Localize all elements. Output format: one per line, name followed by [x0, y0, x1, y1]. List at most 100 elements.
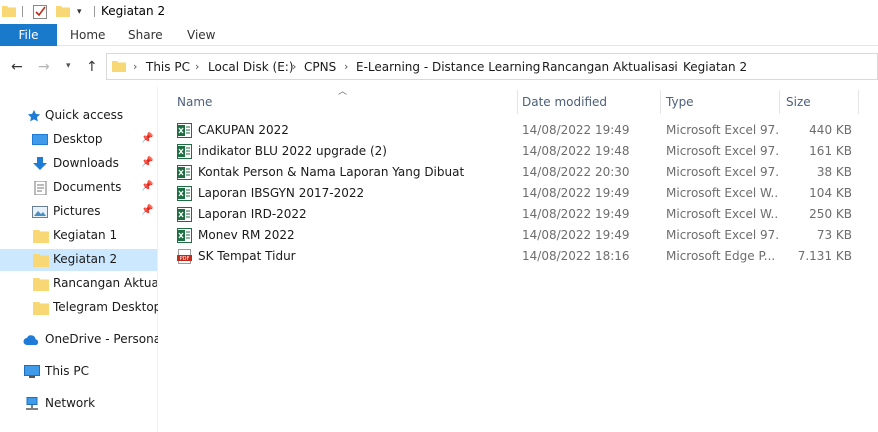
tab-file[interactable]: File — [0, 24, 57, 46]
file-date: 14/08/2022 18:16 — [522, 249, 630, 263]
pin-icon[interactable]: 📌 — [141, 157, 153, 168]
breadcrumb-chevron-icon[interactable]: › — [133, 60, 137, 73]
nav-this-pc[interactable]: This PC — [0, 361, 157, 383]
file-date: 14/08/2022 19:49 — [522, 186, 630, 200]
excel-icon — [177, 186, 192, 201]
breadcrumb-e-learning[interactable]: E-Learning - Distance Learning — [356, 60, 540, 74]
star-icon — [27, 109, 41, 122]
excel-icon — [177, 207, 192, 222]
nav-label: Kegiatan 2 — [53, 252, 118, 266]
file-type: Microsoft Excel 97... — [666, 123, 778, 137]
sort-ascending-icon: ︿ — [338, 87, 348, 97]
file-row[interactable]: CAKUPAN 2022 14/08/2022 19:49 Microsoft … — [158, 120, 878, 141]
file-date: 14/08/2022 20:30 — [522, 165, 630, 179]
column-divider[interactable] — [779, 90, 780, 114]
folder-icon — [33, 230, 49, 243]
column-header-name[interactable]: Name — [177, 95, 212, 109]
nav-label: Rancangan Aktualisasi — [53, 276, 157, 290]
computer-icon — [24, 365, 40, 378]
breadcrumb-local-disk[interactable]: Local Disk (E:) — [208, 60, 294, 74]
desktop-icon — [32, 134, 48, 145]
file-name: Laporan IBSGYN 2017-2022 — [198, 186, 365, 200]
file-row[interactable]: PDF SK Tempat Tidur 14/08/2022 18:16 Mic… — [158, 246, 878, 267]
file-row[interactable]: Kontak Person & Nama Laporan Yang Dibuat… — [158, 162, 878, 183]
toolbar-separator — [22, 6, 23, 17]
nav-label: Pictures — [53, 204, 101, 218]
file-size: 38 KB — [816, 165, 852, 179]
folder-icon — [33, 302, 49, 315]
nav-item-kegiatan-2[interactable]: Kegiatan 2 — [0, 249, 157, 271]
file-date: 14/08/2022 19:49 — [522, 228, 630, 242]
back-arrow-icon[interactable]: ← — [11, 59, 23, 75]
ribbon-tabs: File Home Share View — [0, 24, 878, 46]
breadcrumb-chevron-icon[interactable]: › — [529, 60, 533, 73]
folder-icon[interactable] — [2, 4, 16, 18]
file-row[interactable]: indikator BLU 2022 upgrade (2) 14/08/202… — [158, 141, 878, 162]
new-folder-icon[interactable] — [56, 4, 70, 18]
file-row[interactable]: Monev RM 2022 14/08/2022 19:49 Microsoft… — [158, 225, 878, 246]
column-header-size[interactable]: Size — [786, 95, 811, 109]
nav-onedrive[interactable]: OneDrive - Personal — [0, 329, 164, 351]
pin-icon[interactable]: 📌 — [141, 205, 153, 216]
nav-item-kegiatan-1[interactable]: Kegiatan 1 — [0, 225, 157, 247]
toolbar-separator — [94, 6, 95, 17]
pin-icon[interactable]: 📌 — [141, 181, 153, 192]
file-date: 14/08/2022 19:49 — [522, 123, 630, 137]
column-divider[interactable] — [858, 90, 859, 114]
file-size: 440 KB — [809, 123, 852, 137]
pdf-icon: PDF — [177, 249, 192, 264]
file-name: Laporan IRD-2022 — [198, 207, 307, 221]
excel-icon — [177, 144, 192, 159]
column-header-type[interactable]: Type — [666, 95, 694, 109]
nav-item-downloads[interactable]: Downloads 📌 — [0, 153, 157, 175]
file-type: Microsoft Excel 97... — [666, 144, 778, 158]
nav-label: Downloads — [53, 156, 119, 170]
network-icon — [26, 397, 38, 410]
file-name: Monev RM 2022 — [198, 228, 295, 242]
up-arrow-icon[interactable]: ↑ — [86, 59, 98, 75]
tab-share[interactable]: Share — [128, 24, 163, 46]
breadcrumb-chevron-icon[interactable]: › — [344, 60, 348, 73]
pin-icon[interactable]: 📌 — [141, 133, 153, 144]
nav-item-rancangan-aktualisasi[interactable]: Rancangan Aktualisasi — [0, 273, 157, 295]
recent-locations-icon[interactable]: ▾ — [66, 61, 71, 71]
file-name: SK Tempat Tidur — [198, 249, 296, 263]
column-divider[interactable] — [660, 90, 661, 114]
folder-icon — [33, 278, 49, 291]
breadcrumb-cpns[interactable]: CPNS — [304, 60, 336, 74]
file-row[interactable]: Laporan IRD-2022 14/08/2022 19:49 Micros… — [158, 204, 878, 225]
file-type: Microsoft Edge P... — [666, 249, 776, 263]
forward-arrow-icon[interactable]: → — [38, 59, 50, 75]
nav-label: Desktop — [53, 132, 103, 146]
navigation-pane: Quick access Desktop 📌 Downloads 📌 Docum… — [0, 87, 164, 432]
nav-network[interactable]: Network — [0, 393, 157, 415]
column-header-date[interactable]: Date modified — [522, 95, 607, 109]
nav-item-telegram-desktop[interactable]: Telegram Desktop — [0, 297, 161, 319]
nav-label: Telegram Desktop — [53, 300, 162, 314]
address-bar[interactable]: › This PC › Local Disk (E:) › CPNS › E-L… — [106, 53, 878, 80]
tab-home[interactable]: Home — [70, 24, 105, 46]
file-size: 7.131 KB — [797, 249, 852, 263]
window-title: Kegiatan 2 — [101, 4, 166, 18]
customize-dropdown-icon[interactable]: ▾ — [77, 7, 82, 17]
nav-label: Documents — [53, 180, 122, 194]
file-type: Microsoft Excel 97... — [666, 165, 778, 179]
nav-item-pictures[interactable]: Pictures 📌 — [0, 201, 157, 223]
nav-item-documents[interactable]: Documents 📌 — [0, 177, 157, 199]
column-divider[interactable] — [517, 90, 518, 114]
file-type: Microsoft Excel W... — [666, 207, 778, 221]
nav-quick-access[interactable]: Quick access — [0, 105, 157, 127]
breadcrumb-chevron-icon[interactable]: › — [292, 60, 296, 73]
nav-label: Network — [45, 396, 96, 410]
breadcrumb-kegiatan-2[interactable]: Kegiatan 2 — [683, 60, 747, 74]
tab-view[interactable]: View — [187, 24, 215, 46]
breadcrumb-rancangan[interactable]: Rancangan Aktualisasi — [542, 60, 678, 74]
properties-icon[interactable] — [33, 3, 47, 19]
nav-item-desktop[interactable]: Desktop 📌 — [0, 129, 157, 151]
breadcrumb-chevron-icon[interactable]: › — [671, 60, 675, 73]
downloads-icon — [33, 157, 47, 170]
file-name: Kontak Person & Nama Laporan Yang Dibuat — [198, 165, 465, 179]
breadcrumb-this-pc[interactable]: This PC — [146, 60, 190, 74]
file-row[interactable]: Laporan IBSGYN 2017-2022 14/08/2022 19:4… — [158, 183, 878, 204]
breadcrumb-chevron-icon[interactable]: › — [195, 60, 199, 73]
